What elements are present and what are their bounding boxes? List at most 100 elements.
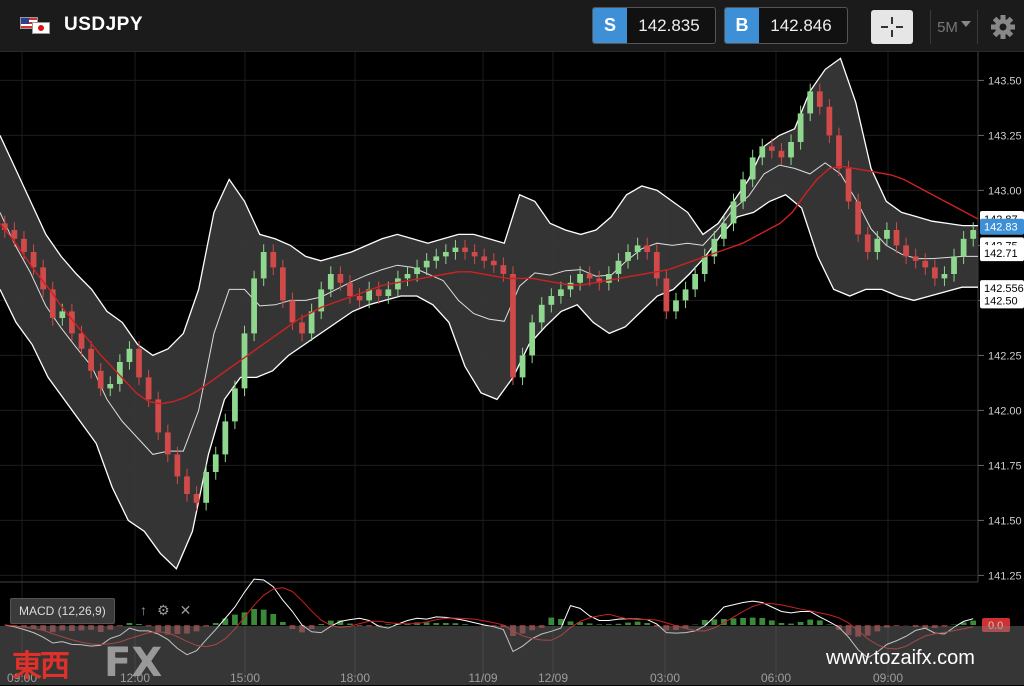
watermark-logo: 東西 FX — [12, 640, 162, 686]
candle-body — [673, 300, 679, 312]
watermark-fx: FX — [104, 640, 163, 686]
candle-body — [826, 106, 833, 136]
gear-icon[interactable] — [988, 12, 1018, 42]
candle-body — [970, 230, 977, 239]
y-tick-label: 142.25 — [988, 350, 1022, 362]
timeframe-value: 5M — [937, 18, 958, 36]
indicator-label[interactable]: MACD (12,26,9) — [10, 598, 115, 624]
price-tag-label: 142.71 — [984, 248, 1018, 260]
candle-body — [653, 252, 660, 279]
candle-body — [423, 260, 430, 268]
candle-body — [548, 296, 555, 305]
candle-body — [807, 91, 814, 114]
candle-body — [222, 421, 229, 455]
candle-body — [404, 274, 411, 279]
candle-body — [567, 282, 574, 290]
candle-body — [912, 256, 919, 261]
timeframe-dropdown[interactable]: 5M — [930, 10, 978, 44]
candle-body — [759, 146, 766, 158]
candle-body — [433, 256, 440, 261]
arrow-up-icon[interactable]: ↑ — [140, 602, 147, 619]
candle-body — [299, 322, 305, 334]
y-tick-label: 143.25 — [988, 130, 1022, 142]
candle-body — [59, 311, 66, 318]
candle-body — [308, 311, 315, 334]
candle-body — [615, 260, 622, 274]
price-tags: 142.87142.83142.75142.71142.556142.50 — [980, 211, 1024, 309]
candle-body — [510, 274, 516, 378]
candle-body — [855, 201, 862, 235]
candle-body — [11, 230, 18, 239]
candle-body — [347, 282, 353, 296]
candle-body — [21, 238, 27, 252]
candle-body — [241, 333, 248, 389]
candle-body — [634, 245, 641, 252]
japan-flag-icon — [32, 22, 50, 34]
candle-body — [289, 300, 296, 323]
candle-body — [212, 454, 219, 472]
candle-body — [145, 377, 152, 400]
buy-button[interactable]: B 142.846 — [724, 7, 848, 44]
candle-body — [922, 260, 929, 268]
candle-body — [232, 388, 238, 422]
y-tick-label: 142.00 — [988, 405, 1022, 417]
candle-body — [960, 238, 967, 257]
candle-body — [260, 252, 267, 279]
crosshair-button[interactable] — [871, 10, 913, 44]
y-tick-label: 143.50 — [988, 75, 1022, 87]
candle-body — [78, 333, 85, 349]
candle-body — [663, 278, 670, 312]
candle-body — [126, 348, 133, 362]
settings-icon[interactable]: ⚙ — [157, 602, 170, 619]
symbol-title[interactable]: USDJPY — [64, 14, 143, 36]
buy-price: 142.846 — [770, 15, 832, 35]
candle-body — [184, 476, 190, 494]
candle-body — [136, 348, 142, 378]
price-chart[interactable]: 143.50143.25143.00142.75142.50142.25142.… — [0, 52, 1024, 685]
candle-body — [721, 223, 727, 239]
candle-body — [251, 278, 257, 334]
candle-body — [816, 91, 823, 107]
candle-body — [164, 432, 171, 455]
candle-body — [845, 168, 852, 202]
top-bar: USDJPY S 142.835 B 142.846 5M — [0, 0, 1024, 52]
watermark-kanji: 東西 — [12, 649, 70, 684]
candle-body — [270, 252, 277, 268]
y-tick-label: 143.00 — [988, 185, 1022, 197]
candle-body — [414, 267, 420, 274]
close-icon[interactable]: ✕ — [180, 602, 192, 619]
sell-button[interactable]: S 142.835 — [592, 7, 716, 44]
price-tag-label: 142.83 — [984, 222, 1018, 234]
candle-body — [356, 296, 363, 301]
candle-body — [701, 256, 708, 274]
candle-body — [500, 265, 507, 274]
candle-body — [471, 252, 478, 257]
y-tick-label: 141.25 — [988, 570, 1022, 582]
candle-body — [88, 348, 94, 371]
candle-body — [193, 494, 200, 503]
price-tag-label: 142.50 — [984, 295, 1018, 307]
candle-body — [864, 234, 871, 252]
y-tick-label: 141.75 — [988, 460, 1022, 472]
candle-body — [442, 252, 449, 257]
candle-body — [874, 238, 881, 252]
watermark-url: www.tozaifx.com — [826, 647, 975, 669]
candle-body — [605, 274, 612, 283]
candle-body — [375, 289, 382, 296]
candle-body — [395, 278, 401, 290]
candle-body — [903, 245, 909, 257]
candle-body — [692, 274, 699, 290]
y-tick-label: 141.50 — [988, 515, 1022, 527]
currency-flags-icon — [20, 17, 52, 35]
candle-body — [941, 274, 948, 279]
candle-body — [884, 230, 890, 239]
candle-body — [788, 142, 794, 158]
candle-body — [529, 322, 536, 356]
candle-body — [490, 260, 497, 266]
candle-body — [538, 304, 545, 323]
candle-body — [644, 245, 651, 252]
candle-body — [481, 256, 488, 261]
buy-tag: B — [725, 8, 759, 43]
candle-body — [203, 472, 210, 503]
candle-body — [174, 454, 181, 477]
